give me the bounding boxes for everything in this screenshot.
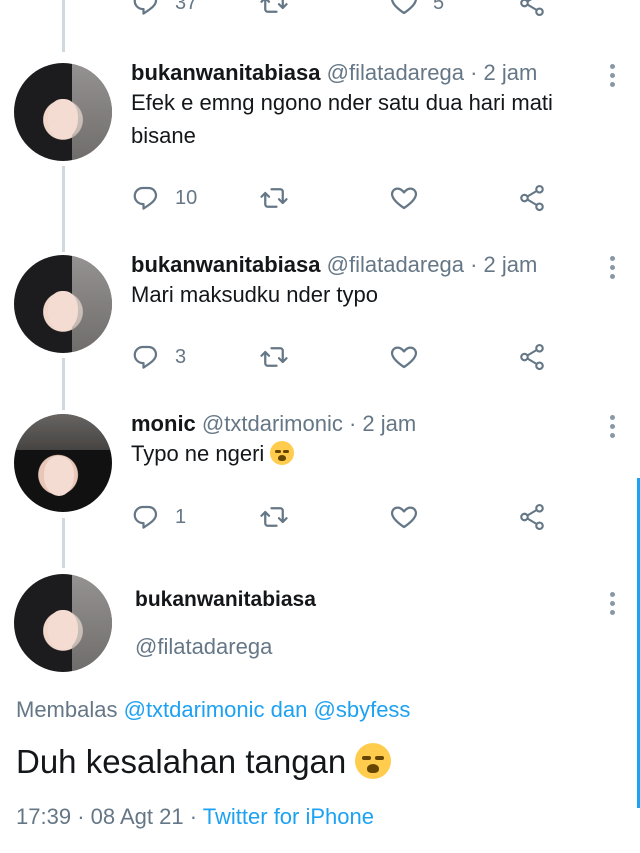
tweet-text-line: Efek e emng ngono nder satu dua hari mat… bbox=[131, 90, 553, 115]
tweet-date[interactable]: 08 Agt 21 bbox=[91, 804, 184, 829]
focused-tweet-text: Duh kesalahan tangan bbox=[16, 743, 392, 781]
tweet[interactable]: bukanwanitabiasa @filatadarega · 2 jam E… bbox=[131, 60, 620, 152]
tweet-source[interactable]: Twitter for iPhone bbox=[203, 804, 374, 829]
tweet-header: monic @txtdarimonic · 2 jam bbox=[131, 411, 620, 437]
like-button[interactable]: 5 bbox=[389, 0, 444, 20]
avatar[interactable] bbox=[14, 414, 112, 512]
retweet-button[interactable] bbox=[259, 500, 289, 534]
reply-button[interactable]: 1 bbox=[131, 500, 186, 534]
like-button[interactable] bbox=[389, 340, 419, 374]
tweet-actions: 1 bbox=[131, 500, 561, 534]
share-button[interactable] bbox=[517, 340, 547, 374]
user-handle[interactable]: @txtdarimonic bbox=[202, 411, 343, 436]
reply-prefix: Membalas bbox=[16, 697, 118, 722]
user-name[interactable]: bukanwanitabiasa bbox=[135, 588, 316, 612]
reply-button[interactable]: 37 bbox=[131, 0, 197, 20]
thread-line bbox=[62, 0, 65, 52]
reply-icon bbox=[131, 342, 161, 372]
more-icon[interactable] bbox=[610, 256, 616, 283]
share-icon bbox=[517, 342, 547, 372]
share-button[interactable] bbox=[517, 181, 547, 215]
like-icon bbox=[389, 183, 419, 213]
more-icon[interactable] bbox=[610, 592, 616, 619]
retweet-icon bbox=[259, 342, 289, 372]
reply-icon bbox=[131, 502, 161, 532]
more-icon[interactable] bbox=[610, 64, 616, 91]
tweet-time[interactable]: · 2 jam bbox=[349, 411, 416, 436]
tweet-actions-partial: 37 5 bbox=[131, 0, 561, 20]
like-button[interactable] bbox=[389, 181, 419, 215]
reply-count: 10 bbox=[175, 186, 198, 209]
reply-join[interactable]: dan bbox=[271, 697, 308, 722]
user-name[interactable]: bukanwanitabiasa bbox=[131, 252, 321, 277]
tweet[interactable]: monic @txtdarimonic · 2 jam Typo ne nger… bbox=[131, 411, 620, 470]
thread-line bbox=[62, 518, 65, 568]
reply-icon bbox=[131, 183, 161, 213]
like-icon bbox=[389, 342, 419, 372]
tweet-text: Efek e emng ngono nder satu dua hari mat… bbox=[131, 86, 620, 152]
avatar[interactable] bbox=[14, 63, 112, 161]
tweet-text-line: bisane bbox=[131, 123, 196, 148]
retweet-icon bbox=[259, 502, 289, 532]
thread-line bbox=[62, 358, 65, 410]
reply-button[interactable]: 10 bbox=[131, 181, 197, 215]
tweet-actions: 10 bbox=[131, 181, 561, 215]
thread-line bbox=[62, 166, 65, 252]
share-icon bbox=[517, 0, 547, 18]
mention-link[interactable]: @sbyfess bbox=[314, 697, 411, 722]
loudly-crying-face-icon bbox=[355, 743, 392, 779]
reply-count: 37 bbox=[175, 0, 198, 14]
tweet-meta: 17:39 · 08 Agt 21 · Twitter for iPhone bbox=[16, 804, 374, 829]
share-icon bbox=[517, 502, 547, 532]
retweet-button[interactable] bbox=[259, 181, 289, 215]
reply-context: Membalas @txtdarimonic dan @sbyfess bbox=[16, 697, 410, 723]
reply-button[interactable]: 3 bbox=[131, 340, 186, 374]
reply-count: 1 bbox=[175, 505, 187, 528]
avatar[interactable] bbox=[14, 574, 112, 672]
tweet-text-line: Duh kesalahan tangan bbox=[16, 743, 347, 780]
tweet[interactable]: bukanwanitabiasa @filatadarega · 2 jam M… bbox=[131, 252, 620, 311]
tweet-text: Typo ne ngeri bbox=[131, 437, 620, 470]
tweet-text: Mari maksudku nder typo bbox=[131, 282, 378, 307]
user-handle[interactable]: @filatadarega bbox=[327, 252, 464, 277]
tweet-actions: 3 bbox=[131, 340, 561, 374]
user-name[interactable]: bukanwanitabiasa bbox=[131, 60, 321, 85]
user-handle[interactable]: @filatadarega bbox=[327, 60, 464, 85]
more-icon[interactable] bbox=[610, 415, 616, 442]
tweet-text-line: Typo ne ngeri bbox=[131, 441, 265, 466]
retweet-button[interactable] bbox=[259, 340, 289, 374]
loudly-crying-face-icon bbox=[270, 441, 295, 465]
tweet-time[interactable]: 17:39 bbox=[16, 804, 71, 829]
like-count: 5 bbox=[433, 0, 445, 14]
mention-link[interactable]: @txtdarimonic bbox=[124, 697, 265, 722]
retweet-button[interactable] bbox=[259, 0, 289, 20]
retweet-icon bbox=[259, 183, 289, 213]
avatar[interactable] bbox=[14, 255, 112, 353]
like-button[interactable] bbox=[389, 500, 419, 534]
share-icon bbox=[517, 183, 547, 213]
user-handle[interactable]: @filatadarega bbox=[135, 634, 272, 660]
like-icon bbox=[389, 0, 419, 18]
retweet-icon bbox=[259, 0, 289, 18]
tweet-header: bukanwanitabiasa @filatadarega · 2 jam bbox=[131, 60, 620, 86]
like-icon bbox=[389, 502, 419, 532]
reply-icon bbox=[131, 0, 161, 18]
share-button[interactable] bbox=[517, 0, 547, 20]
tweet-time[interactable]: · 2 jam bbox=[470, 60, 537, 85]
tweet-header: bukanwanitabiasa @filatadarega · 2 jam bbox=[131, 252, 620, 278]
tweet-time[interactable]: · 2 jam bbox=[470, 252, 537, 277]
reply-count: 3 bbox=[175, 345, 187, 368]
user-name[interactable]: monic bbox=[131, 411, 196, 436]
share-button[interactable] bbox=[517, 500, 547, 534]
